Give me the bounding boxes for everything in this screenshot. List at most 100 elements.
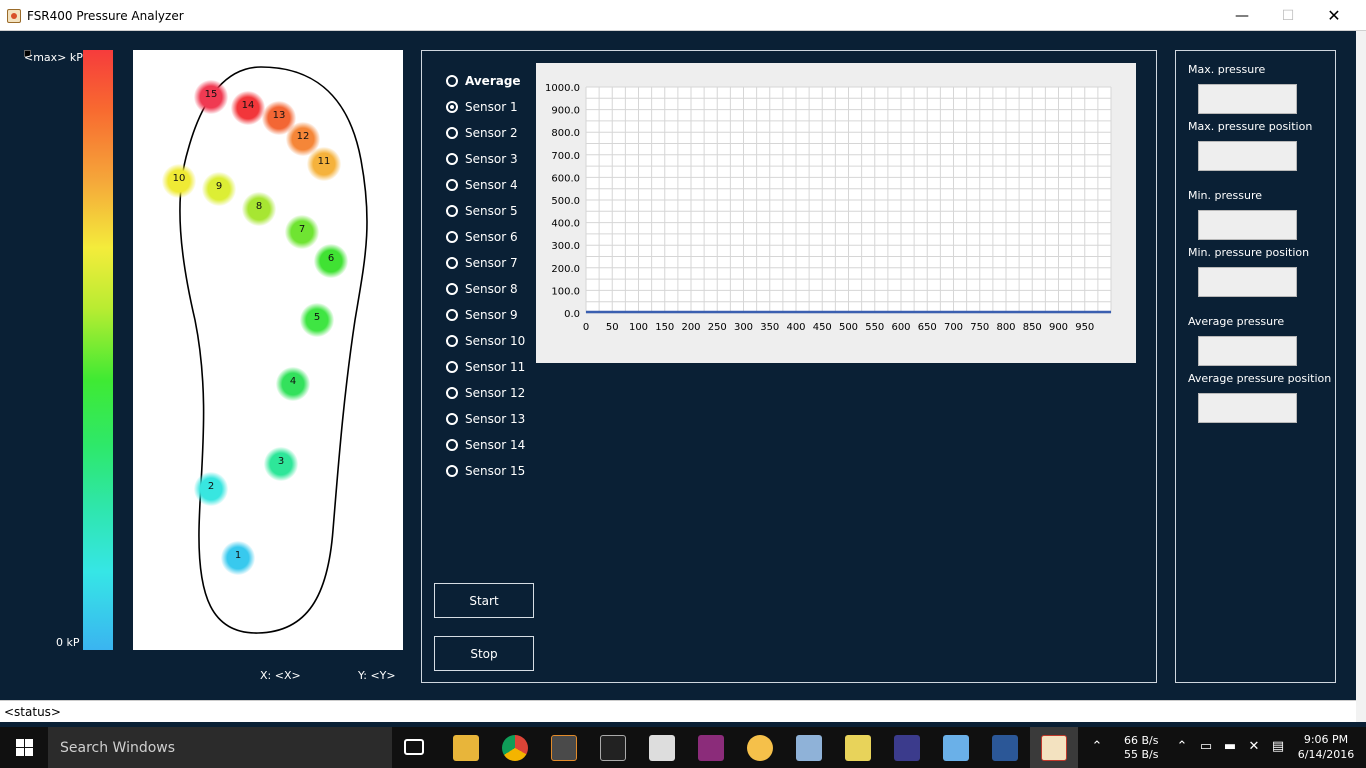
network-icon[interactable]: ▭ [1198, 739, 1214, 755]
radio-button-icon[interactable] [446, 361, 458, 373]
max-pressure-label: Max. pressure [1188, 63, 1266, 76]
radio-button-icon[interactable] [446, 101, 458, 113]
radio-sensor-9[interactable]: Sensor 9 [446, 306, 518, 324]
sensor-4-marker[interactable]: 4 [276, 367, 310, 401]
radio-sensor-10[interactable]: Sensor 10 [446, 332, 525, 350]
radio-sensor-14[interactable]: Sensor 14 [446, 436, 525, 454]
title-bar: FSR400 Pressure Analyzer — ☐ ✕ [0, 0, 1366, 31]
sensor-15-marker[interactable]: 15 [194, 80, 228, 114]
foot-map-panel[interactable]: 1 2 3 4 5 6 7 8 9 10 11 12 13 14 15 [133, 50, 403, 650]
radio-sensor-15[interactable]: Sensor 15 [446, 462, 525, 480]
radio-sensor-4[interactable]: Sensor 4 [446, 176, 518, 194]
y-tick-label: 800.0 [551, 128, 580, 139]
action-center-icon[interactable]: ▤ [1270, 739, 1286, 755]
radio-button-icon[interactable] [446, 231, 458, 243]
sensor-2-marker[interactable]: 2 [194, 472, 228, 506]
word-icon[interactable] [992, 735, 1018, 761]
virtualbox-icon[interactable] [943, 735, 969, 761]
sublime-text-icon[interactable] [551, 735, 577, 761]
sensor-14-marker[interactable]: 14 [231, 91, 265, 125]
sensor-9-marker[interactable]: 9 [202, 172, 236, 206]
command-prompt-icon[interactable] [600, 735, 626, 761]
window-title: FSR400 Pressure Analyzer [27, 9, 184, 23]
radio-sensor-11[interactable]: Sensor 11 [446, 358, 525, 376]
system-clock[interactable]: 9:06 PM 6/14/2016 [1296, 732, 1356, 762]
java-app-active-tab[interactable] [1030, 727, 1078, 768]
radio-button-icon[interactable] [446, 283, 458, 295]
radio-button-icon[interactable] [446, 127, 458, 139]
radio-button-icon[interactable] [446, 309, 458, 321]
radio-sensor-6[interactable]: Sensor 6 [446, 228, 518, 246]
sensor-number: 5 [313, 312, 321, 323]
radio-sensor-13[interactable]: Sensor 13 [446, 410, 525, 428]
volume-muted-icon[interactable]: ✕ [1246, 739, 1262, 755]
windows-start-button[interactable] [0, 727, 48, 768]
radio-button-icon[interactable] [446, 75, 458, 87]
sensor-number: 7 [298, 224, 306, 235]
sensor-6-marker[interactable]: 6 [314, 244, 348, 278]
radio-button-icon[interactable] [446, 153, 458, 165]
close-button[interactable]: ✕ [1311, 0, 1357, 31]
battery-icon[interactable]: ▬ [1222, 739, 1238, 755]
radio-button-icon[interactable] [446, 179, 458, 191]
x-tick-label: 950 [1075, 322, 1094, 333]
tips-bulb-icon[interactable] [747, 735, 773, 761]
max-pressure-field[interactable] [1198, 84, 1297, 114]
sensor-number: 1 [234, 550, 242, 561]
sensor-5-marker[interactable]: 5 [300, 303, 334, 337]
x-tick-label: 550 [865, 322, 884, 333]
file-explorer-icon[interactable] [453, 735, 479, 761]
calculator-icon[interactable] [649, 735, 675, 761]
sensor-number: 6 [327, 253, 335, 264]
stop-button[interactable]: Stop [434, 636, 534, 671]
average-pressure-position-label: Average pressure position [1188, 372, 1332, 385]
radio-button-icon[interactable] [446, 387, 458, 399]
radio-button-icon[interactable] [446, 465, 458, 477]
chart-panel: Average Sensor 1 Sensor 2 Sensor 3 Sensor 4 S… [421, 50, 1157, 683]
radio-button-icon[interactable] [446, 257, 458, 269]
min-pressure-position-label: Min. pressure position [1188, 246, 1310, 259]
start-button[interactable]: Start [434, 583, 534, 618]
min-pressure-position-field[interactable] [1198, 267, 1297, 297]
maximize-button[interactable]: ☐ [1265, 0, 1311, 31]
max-pressure-position-field[interactable] [1198, 141, 1297, 171]
y-tick-label: 1000.0 [545, 83, 580, 94]
radio-sensor-3[interactable]: Sensor 3 [446, 150, 518, 168]
sensor-13-marker[interactable]: 13 [262, 101, 296, 135]
radio-button-icon[interactable] [446, 413, 458, 425]
radio-average[interactable]: Average [446, 72, 521, 90]
pdf-editor-icon[interactable] [698, 735, 724, 761]
radio-label: Sensor 3 [465, 152, 518, 166]
chrome-icon[interactable] [502, 735, 528, 761]
radio-sensor-7[interactable]: Sensor 7 [446, 254, 518, 272]
sensor-3-marker[interactable]: 3 [264, 447, 298, 481]
sticky-notes-icon[interactable] [845, 735, 871, 761]
x-tick-label: 800 [996, 322, 1015, 333]
y-tick-label: 300.0 [551, 241, 580, 252]
y-tick-label: 500.0 [551, 196, 580, 207]
image-viewer-icon[interactable] [796, 735, 822, 761]
sensor-7-marker[interactable]: 7 [285, 215, 319, 249]
radio-sensor-1[interactable]: Sensor 1 [446, 98, 518, 116]
radio-sensor-2[interactable]: Sensor 2 [446, 124, 518, 142]
taskbar-search-box[interactable]: Search Windows [48, 727, 392, 768]
average-pressure-position-field[interactable] [1198, 393, 1297, 423]
show-hidden-icons-icon[interactable]: ⌃ [1089, 739, 1105, 755]
texmaker-icon[interactable] [894, 735, 920, 761]
radio-button-icon[interactable] [446, 439, 458, 451]
radio-sensor-8[interactable]: Sensor 8 [446, 280, 518, 298]
x-tick-label: 350 [760, 322, 779, 333]
radio-sensor-5[interactable]: Sensor 5 [446, 202, 518, 220]
task-view-icon[interactable] [404, 739, 424, 755]
radio-button-icon[interactable] [446, 205, 458, 217]
clock-date: 6/14/2016 [1297, 748, 1355, 761]
sensor-10-marker[interactable]: 10 [162, 164, 196, 198]
average-pressure-field[interactable] [1198, 336, 1297, 366]
sensor-8-marker[interactable]: 8 [242, 192, 276, 226]
radio-sensor-12[interactable]: Sensor 12 [446, 384, 525, 402]
minimize-button[interactable]: — [1219, 0, 1265, 31]
tray-chevron-icon[interactable]: ⌃ [1174, 739, 1190, 755]
sensor-1-marker[interactable]: 1 [221, 541, 255, 575]
min-pressure-field[interactable] [1198, 210, 1297, 240]
radio-button-icon[interactable] [446, 335, 458, 347]
